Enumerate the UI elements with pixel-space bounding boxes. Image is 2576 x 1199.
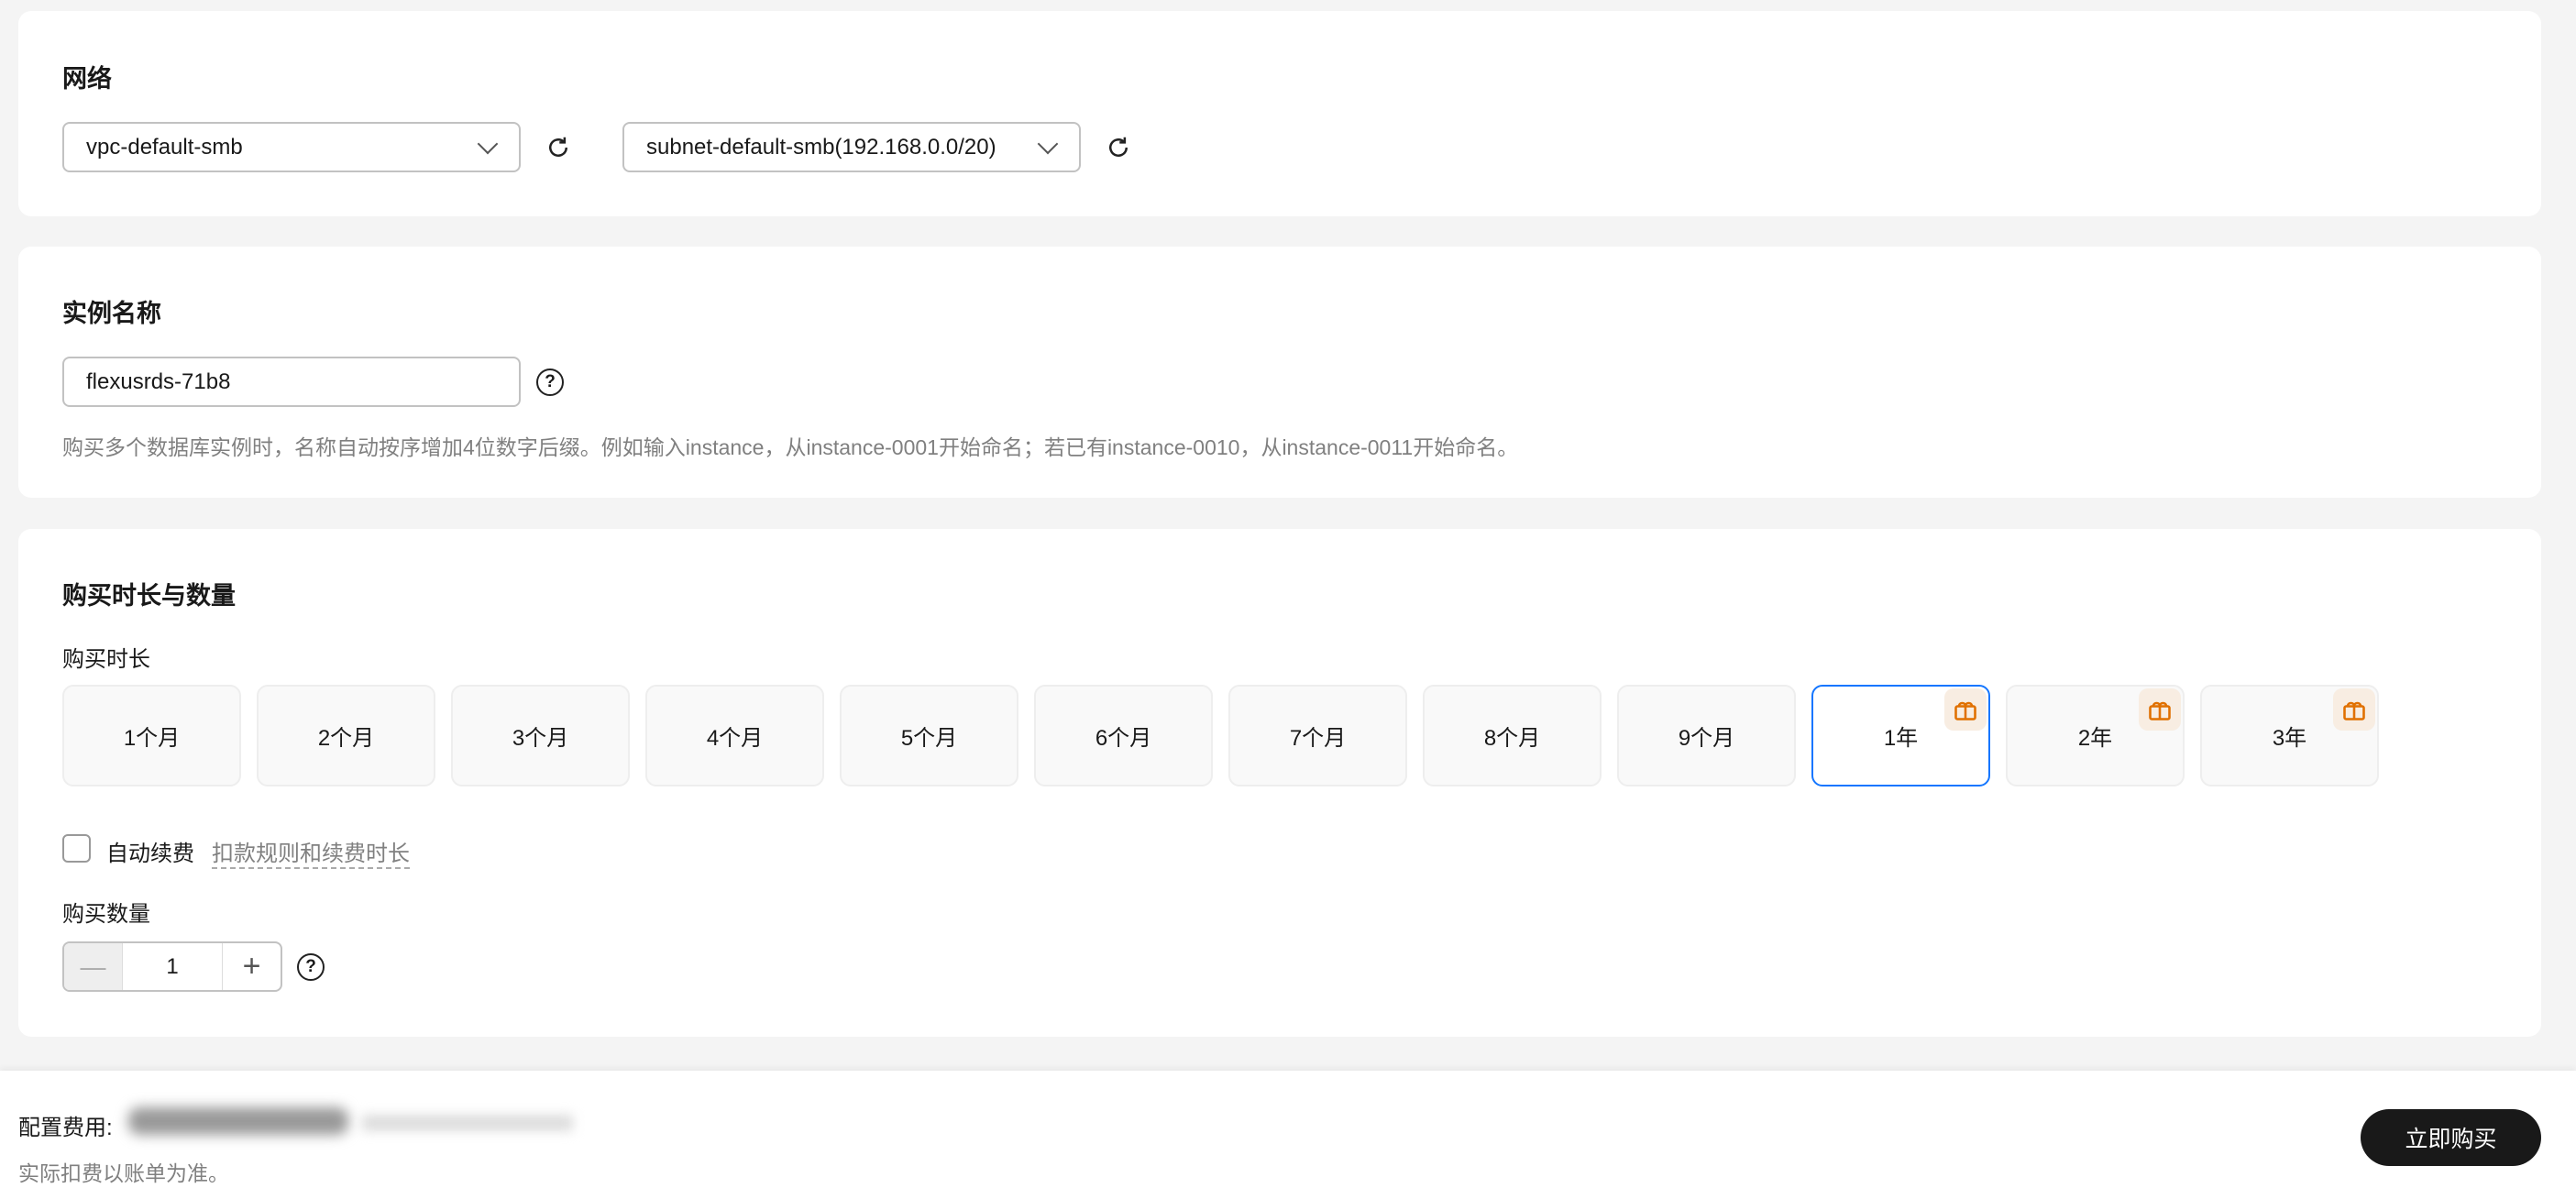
- help-icon[interactable]: ?: [297, 953, 325, 981]
- buy-now-button[interactable]: 立即购买: [2361, 1109, 2541, 1166]
- network-title: 网络: [62, 65, 112, 93]
- chevron-down-icon: [1037, 133, 1059, 155]
- decrement-button[interactable]: —: [64, 943, 123, 990]
- instance-name-hint: 购买多个数据库实例时，名称自动按序增加4位数字后缀。例如输入instance，从…: [62, 435, 1519, 459]
- duration-option[interactable]: 9个月: [1617, 685, 1796, 786]
- quantity-stepper[interactable]: — 1 +: [62, 941, 282, 992]
- fee-note: 实际扣费以账单为准。: [18, 1161, 229, 1185]
- gift-icon: [2333, 688, 2375, 731]
- gift-icon: [1944, 688, 1987, 731]
- purchase-title: 购买时长与数量: [62, 582, 236, 610]
- instance-name-title: 实例名称: [62, 300, 161, 327]
- network-card: 网络 vpc-default-smb subnet-default-smb(19…: [18, 11, 2541, 216]
- duration-label: 6个月: [1095, 726, 1152, 751]
- instance-name-value: flexusrds-71b8: [86, 368, 231, 394]
- auto-renew-label: 自动续费: [106, 842, 194, 866]
- subnet-value: subnet-default-smb(192.168.0.0/20): [646, 134, 996, 160]
- duration-label: 3年: [2272, 726, 2307, 751]
- duration-option[interactable]: 2个月: [257, 685, 435, 786]
- increment-button[interactable]: +: [222, 943, 281, 990]
- footer-bar: 配置费用: 实际扣费以账单为准。: [0, 1071, 2576, 1199]
- vpc-select[interactable]: vpc-default-smb: [62, 122, 521, 172]
- duration-label: 8个月: [1483, 726, 1541, 751]
- vpc-value: vpc-default-smb: [86, 134, 243, 160]
- duration-option[interactable]: 7个月: [1228, 685, 1407, 786]
- renew-rules-link[interactable]: 扣款规则和续费时长: [212, 835, 410, 869]
- duration-label: 5个月: [900, 726, 958, 751]
- refresh-icon[interactable]: [1105, 134, 1132, 161]
- duration-option[interactable]: 5个月: [840, 685, 1018, 786]
- quantity-value[interactable]: 1: [123, 943, 222, 990]
- quantity-label: 购买数量: [62, 902, 150, 927]
- duration-label: 1年: [1883, 726, 1919, 751]
- instance-name-card: 实例名称 flexusrds-71b8 ? 购买多个数据库实例时，名称自动按序增…: [18, 247, 2541, 498]
- duration-option[interactable]: 6个月: [1034, 685, 1213, 786]
- instance-name-input[interactable]: flexusrds-71b8: [62, 357, 521, 407]
- duration-option[interactable]: 4个月: [645, 685, 824, 786]
- duration-label: 9个月: [1678, 726, 1735, 751]
- duration-option[interactable]: 8个月: [1423, 685, 1602, 786]
- duration-label: 7个月: [1289, 726, 1347, 751]
- subnet-select[interactable]: subnet-default-smb(192.168.0.0/20): [622, 122, 1081, 172]
- refresh-icon[interactable]: [545, 134, 572, 161]
- fee-label: 配置费用:: [18, 1116, 113, 1140]
- duration-label: 2年: [2077, 726, 2113, 751]
- chevron-down-icon: [477, 133, 499, 155]
- duration-option[interactable]: 3个月: [451, 685, 630, 786]
- fee-detail-blurred: [362, 1115, 573, 1131]
- fee-amount-blurred: [128, 1107, 348, 1135]
- duration-option[interactable]: 3年: [2200, 685, 2379, 786]
- auto-renew-checkbox[interactable]: [62, 834, 91, 863]
- duration-label: 4个月: [706, 726, 764, 751]
- duration-label: 3个月: [512, 726, 569, 751]
- duration-option[interactable]: 1个月: [62, 685, 241, 786]
- gift-icon: [2139, 688, 2181, 731]
- duration-option[interactable]: 2年: [2006, 685, 2185, 786]
- help-icon[interactable]: ?: [536, 368, 564, 396]
- duration-label: 购买时长: [62, 647, 150, 672]
- duration-option[interactable]: 1年: [1811, 685, 1990, 786]
- duration-label: 1个月: [123, 726, 181, 751]
- duration-label: 2个月: [317, 726, 375, 751]
